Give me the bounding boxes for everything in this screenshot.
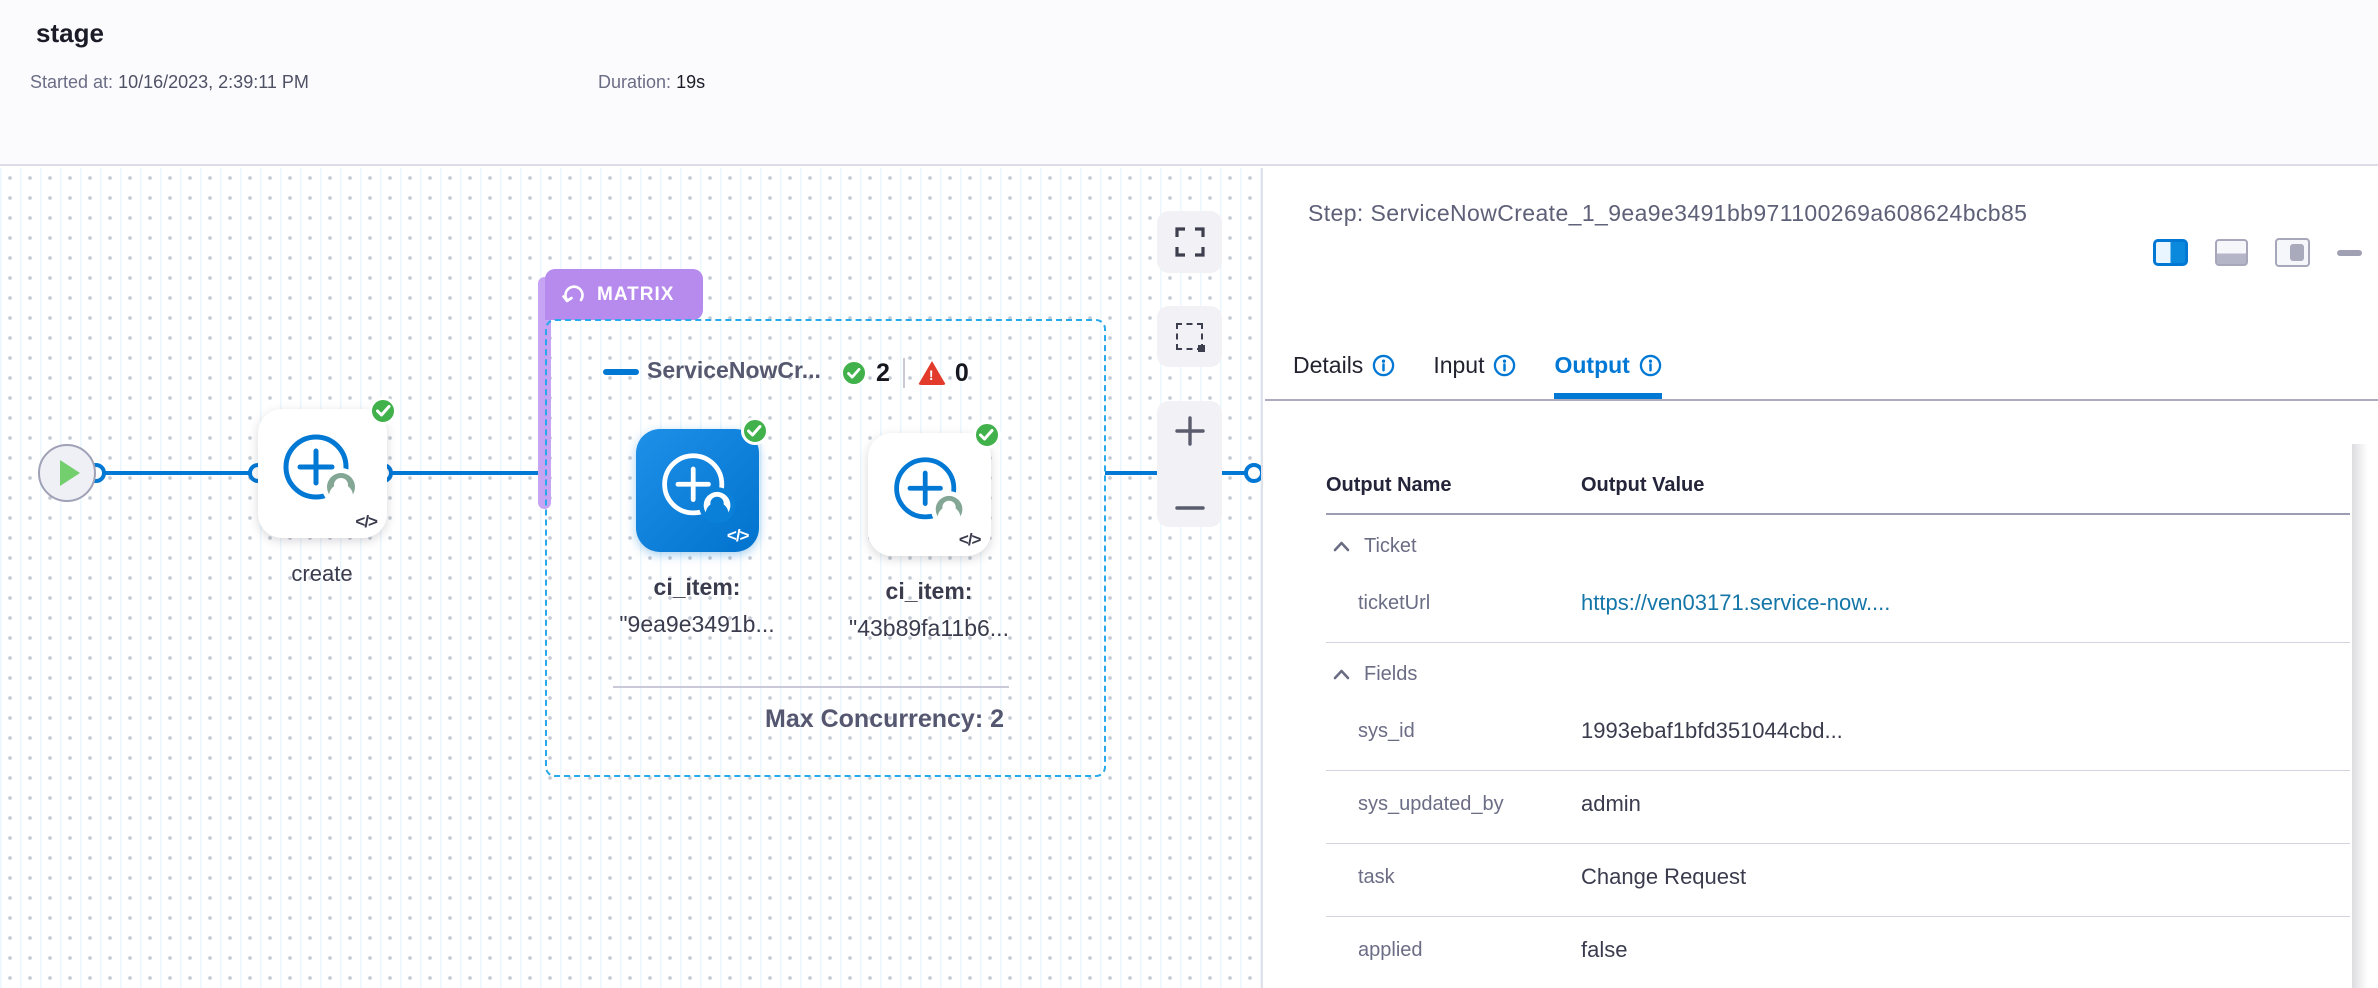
info-icon[interactable] bbox=[1372, 354, 1395, 377]
zoom-control[interactable] bbox=[1157, 401, 1222, 527]
minus-icon[interactable] bbox=[1174, 503, 1206, 513]
output-value: 1993ebaf1bfd351044cbd... bbox=[1581, 718, 2350, 744]
matrix-item-2: </> ci_item: "43b89fa11b6... bbox=[823, 433, 1035, 642]
stage-header: stage Started at: 10/16/2023, 2:39:11 PM… bbox=[0, 0, 2378, 166]
warning-triangle-icon bbox=[918, 361, 946, 385]
marquee-select-button[interactable] bbox=[1157, 306, 1222, 367]
code-badge: </> bbox=[959, 530, 981, 550]
chevron-up-icon[interactable] bbox=[1333, 669, 1350, 680]
matrix-group-box[interactable]: ServiceNowCr... 2 0 bbox=[545, 319, 1106, 777]
matrix-badge-label: MATRIX bbox=[597, 284, 674, 306]
step-tabs: Details Input Output bbox=[1293, 352, 1662, 395]
collapse-minus-icon[interactable] bbox=[603, 369, 639, 375]
layout-bottom-panel-icon[interactable] bbox=[2215, 239, 2248, 266]
output-name: sys_id bbox=[1326, 720, 1581, 743]
matrix-badge: MATRIX bbox=[545, 269, 703, 320]
success-badge bbox=[741, 417, 769, 445]
matrix-step-node-2[interactable]: </> bbox=[868, 433, 991, 556]
duration-value: 19s bbox=[676, 72, 705, 92]
tab-output-label: Output bbox=[1554, 352, 1629, 379]
table-row: task Change Request bbox=[1326, 844, 2350, 917]
matrix-divider bbox=[613, 686, 1009, 688]
pipeline-canvas[interactable]: </> create MATRIX ServiceNowCr... 2 bbox=[0, 168, 1263, 988]
marquee-select-icon bbox=[1176, 323, 1203, 350]
output-value: Change Request bbox=[1581, 864, 2350, 890]
step-node-create[interactable]: </> bbox=[258, 409, 387, 538]
panel-scroll-gutter bbox=[2352, 444, 2378, 988]
table-row: sys_id 1993ebaf1bfd351044cbd... bbox=[1326, 698, 2350, 771]
code-badge: </> bbox=[355, 512, 377, 532]
duration: Duration: 19s bbox=[598, 72, 705, 93]
info-icon[interactable] bbox=[1639, 354, 1662, 377]
connector-edge bbox=[387, 471, 545, 475]
fullscreen-icon bbox=[1175, 227, 1205, 257]
success-badge bbox=[369, 397, 397, 425]
max-concurrency-label: Max Concurrency: 2 bbox=[765, 705, 1004, 734]
tab-input[interactable]: Input bbox=[1433, 352, 1516, 395]
play-icon bbox=[60, 460, 80, 486]
ci-item-label: ci_item: bbox=[823, 578, 1035, 605]
column-output-value: Output Value bbox=[1581, 474, 2350, 497]
section-ticket-label: Ticket bbox=[1364, 535, 1417, 558]
table-row: applied false bbox=[1326, 917, 2350, 988]
panel-layout-controls bbox=[2153, 238, 2362, 267]
step-label-create: create bbox=[222, 561, 422, 587]
duration-label: Duration: bbox=[598, 72, 671, 92]
section-fields[interactable]: Fields bbox=[1326, 643, 2350, 698]
output-table: Output Name Output Value Ticket ticketUr… bbox=[1326, 468, 2350, 988]
started-at-value: 10/16/2023, 2:39:11 PM bbox=[118, 72, 309, 92]
matrix-step-node-1[interactable]: </> bbox=[636, 429, 759, 552]
table-row: sys_updated_by admin bbox=[1326, 771, 2350, 844]
stage-title: stage bbox=[36, 18, 104, 49]
step-heading-name: ServiceNowCreate_1_9ea9e3491bb971100269a… bbox=[1371, 200, 2028, 226]
plus-icon[interactable] bbox=[1174, 415, 1206, 447]
pipeline-start-node bbox=[38, 444, 96, 502]
started-at: Started at: 10/16/2023, 2:39:11 PM bbox=[30, 72, 309, 93]
pipeline-execution-page: stage Started at: 10/16/2023, 2:39:11 PM… bbox=[0, 0, 2378, 988]
step-details-panel: Step: ServiceNowCreate_1_9ea9e3491bb9711… bbox=[1265, 168, 2378, 988]
output-name: sys_updated_by bbox=[1326, 793, 1581, 816]
connector-port bbox=[1244, 463, 1263, 483]
ci-item-label: ci_item: bbox=[591, 574, 803, 601]
success-count: 2 bbox=[876, 359, 890, 388]
ticket-url-link[interactable]: https://ven03171.service-now.... bbox=[1581, 590, 2350, 616]
table-row: ticketUrl https://ven03171.service-now..… bbox=[1326, 570, 2350, 643]
output-value: admin bbox=[1581, 791, 2350, 817]
matrix-step-name[interactable]: ServiceNowCr... bbox=[647, 357, 821, 384]
tab-output[interactable]: Output bbox=[1554, 352, 1661, 395]
output-name: task bbox=[1326, 866, 1581, 889]
layout-floating-panel-icon[interactable] bbox=[2275, 238, 2310, 267]
check-circle-icon bbox=[841, 360, 867, 386]
section-fields-label: Fields bbox=[1364, 663, 1417, 686]
tab-details[interactable]: Details bbox=[1293, 352, 1395, 395]
loop-icon bbox=[561, 283, 587, 307]
code-badge: </> bbox=[727, 526, 749, 546]
matrix-status-counts: 2 0 bbox=[841, 351, 969, 395]
started-at-label: Started at: bbox=[30, 72, 113, 92]
step-heading: Step: ServiceNowCreate_1_9ea9e3491bb9711… bbox=[1308, 196, 2166, 231]
output-value: false bbox=[1581, 937, 2350, 963]
success-badge bbox=[973, 421, 1001, 449]
tabs-divider bbox=[1265, 399, 2378, 401]
section-ticket[interactable]: Ticket bbox=[1326, 515, 2350, 570]
chevron-up-icon[interactable] bbox=[1333, 541, 1350, 552]
tab-details-label: Details bbox=[1293, 352, 1363, 379]
fullscreen-button[interactable] bbox=[1157, 211, 1222, 273]
ci-item-value: "9ea9e3491b... bbox=[591, 611, 803, 638]
output-name: ticketUrl bbox=[1326, 592, 1581, 615]
step-heading-label: Step: bbox=[1308, 200, 1364, 226]
output-name: applied bbox=[1326, 939, 1581, 962]
matrix-item-1: </> ci_item: "9ea9e3491b... bbox=[591, 429, 803, 638]
count-separator bbox=[903, 358, 905, 388]
tab-input-label: Input bbox=[1433, 352, 1484, 379]
layout-right-panel-icon[interactable] bbox=[2153, 239, 2188, 266]
output-table-header: Output Name Output Value bbox=[1326, 468, 2350, 515]
ci-item-value: "43b89fa11b6... bbox=[823, 615, 1035, 642]
column-output-name: Output Name bbox=[1326, 474, 1581, 497]
fail-count: 0 bbox=[955, 359, 969, 388]
info-icon[interactable] bbox=[1493, 354, 1516, 377]
collapse-panel-icon[interactable] bbox=[2337, 250, 2362, 256]
